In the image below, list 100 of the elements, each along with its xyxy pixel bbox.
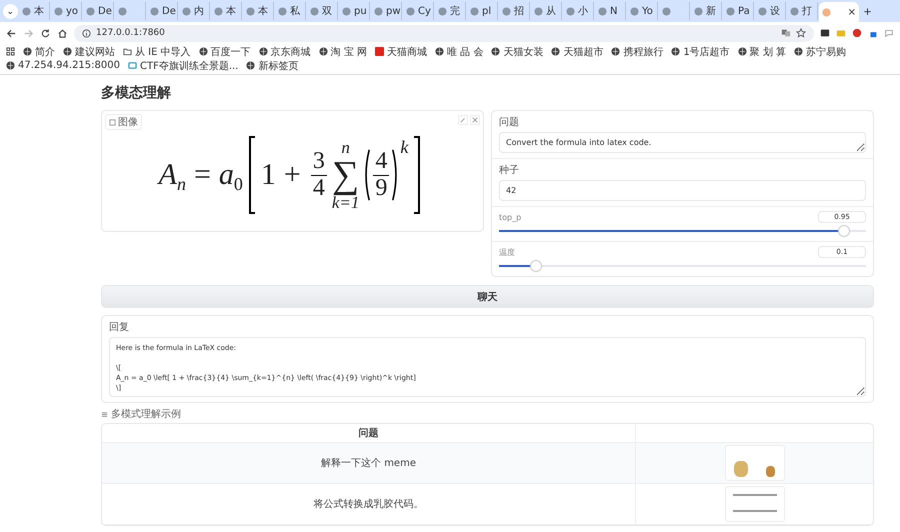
pencil-icon	[460, 117, 466, 123]
browser-tab[interactable]: 本	[19, 2, 50, 20]
bookmark-link[interactable]: 携程旅行	[611, 45, 664, 58]
bookmark-link[interactable]: 1号店超市	[671, 45, 730, 58]
bookmark-link[interactable]: 从 IE 中导入	[123, 45, 191, 58]
bookmark-link[interactable]: 建议网站	[63, 45, 115, 58]
site-icon	[630, 6, 639, 16]
site-icon	[822, 8, 831, 16]
site-icon	[374, 47, 384, 56]
site-icon	[662, 6, 671, 16]
bookmark-link[interactable]: 唯 品 会	[434, 45, 484, 58]
browser-tab[interactable]: 从	[531, 2, 562, 20]
globe-icon	[794, 47, 804, 56]
browser-tab[interactable]: 新	[691, 2, 722, 20]
site-icon	[22, 6, 31, 16]
browser-tab[interactable]: 完	[435, 2, 466, 20]
tab-search-button[interactable]: ⌄	[3, 4, 18, 18]
slider-track[interactable]	[499, 226, 866, 236]
globe-icon	[738, 47, 747, 56]
tab-title: pw	[386, 6, 401, 16]
site-icon	[534, 6, 543, 16]
globe-icon	[318, 47, 328, 56]
home-icon[interactable]	[57, 28, 68, 38]
browser-tab[interactable]: Cy	[403, 2, 434, 20]
chat-button[interactable]: 聊天	[101, 285, 874, 308]
tab-title: De	[162, 6, 176, 16]
globe-icon	[63, 47, 72, 56]
bookmark-link[interactable]: 淘 宝 网	[318, 45, 367, 58]
site-icon	[182, 6, 191, 16]
chat-icon[interactable]	[884, 28, 894, 38]
bookmark-link[interactable]: 新标签页	[246, 59, 298, 72]
browser-tab[interactable]: pu	[339, 2, 370, 20]
new-tab-button[interactable]: +	[860, 4, 875, 18]
question-field[interactable]: Convert the formula into latex code.	[499, 132, 866, 153]
image-thumbnail	[724, 486, 784, 522]
browser-tab[interactable]: 本	[211, 2, 242, 20]
tab-title: 新	[706, 4, 716, 18]
apps-grid-icon[interactable]	[6, 47, 15, 56]
seed-field[interactable]: 42	[499, 180, 866, 201]
bookmark-link[interactable]: 天猫商城	[374, 45, 427, 58]
bookmark-link[interactable]: 简介	[23, 45, 55, 58]
browser-tab[interactable]: N	[595, 2, 626, 20]
bookmark-link[interactable]: CTF夺旗训练全景题...	[128, 59, 238, 72]
browser-tab[interactable]: De	[83, 2, 114, 20]
field-label: 种子	[499, 164, 520, 177]
browser-tab[interactable]: 本	[243, 2, 274, 20]
browser-tab[interactable]: pw	[371, 2, 402, 20]
site-icon	[566, 6, 575, 16]
site-icon	[310, 6, 319, 16]
browser-tab[interactable]: yo	[51, 2, 82, 20]
bookmark-link[interactable]: 京东商城	[258, 45, 311, 58]
tab-title: 完	[450, 4, 460, 18]
slider-thumb[interactable]	[838, 226, 849, 236]
examples-label: 多模式理解示例	[111, 408, 181, 421]
bookmark-link[interactable]: 苏宁易购	[794, 45, 846, 58]
browser-tab[interactable]: 招	[499, 2, 530, 20]
browser-tab[interactable]: 小	[563, 2, 594, 20]
tab-title: Yo	[642, 6, 653, 16]
clear-button[interactable]	[470, 115, 480, 125]
slider-thumb[interactable]	[530, 261, 541, 271]
tab-title: 双	[322, 5, 332, 18]
slider-label: 温度	[499, 246, 515, 258]
address-bar[interactable]: 127.0.0.1:7860	[74, 24, 814, 42]
slider-track[interactable]	[499, 261, 866, 271]
bookmark-link[interactable]: 天猫女装	[491, 45, 544, 58]
table-cell-text: 解释一下这个 meme	[321, 456, 416, 470]
globe-icon	[611, 47, 620, 56]
close-tab-button[interactable]: ×	[848, 6, 856, 18]
browser-tab[interactable]: pl	[467, 2, 498, 20]
site-icon	[438, 6, 447, 16]
browser-tab[interactable]: 内	[179, 2, 210, 20]
bookmark-link[interactable]: 47.254.94.215:8000	[6, 59, 120, 72]
browser-tab[interactable]: 双	[307, 2, 338, 20]
tab-title: yo	[66, 6, 78, 16]
tab-title: 本	[226, 4, 236, 18]
folder-icon	[123, 47, 132, 56]
bookmark-link[interactable]: 百度一下	[198, 45, 251, 58]
tab-title: N	[610, 6, 618, 16]
bookmark-link[interactable]: 天猫超市	[551, 45, 604, 58]
site-icon	[278, 6, 287, 16]
site-icon	[374, 6, 383, 16]
star-icon[interactable]	[796, 28, 806, 38]
site-icon	[470, 6, 479, 16]
bookmark-link[interactable]: 聚 划 算	[738, 45, 786, 58]
browser-tab[interactable]: Yo	[627, 2, 658, 20]
tab-title: 本	[34, 4, 44, 18]
reload-icon[interactable]	[40, 28, 51, 38]
browser-tab[interactable]: 私	[275, 2, 306, 20]
browser-tab[interactable]: 打	[787, 2, 818, 20]
example-row[interactable]: 将公式转换成乳胶代码。	[102, 484, 873, 525]
browser-tab[interactable]: ×	[819, 2, 859, 22]
slider-label: top_p	[499, 212, 522, 222]
browser-tab[interactable]: De	[147, 2, 178, 20]
browser-tab[interactable]: 设	[755, 2, 786, 20]
back-icon[interactable]	[6, 28, 17, 38]
tab-title: Pa	[738, 6, 750, 16]
browser-tab[interactable]: Pa	[723, 2, 754, 20]
example-row[interactable]: 解释一下这个 meme	[102, 443, 873, 484]
globe-icon	[246, 61, 256, 70]
site-icon	[790, 6, 799, 16]
